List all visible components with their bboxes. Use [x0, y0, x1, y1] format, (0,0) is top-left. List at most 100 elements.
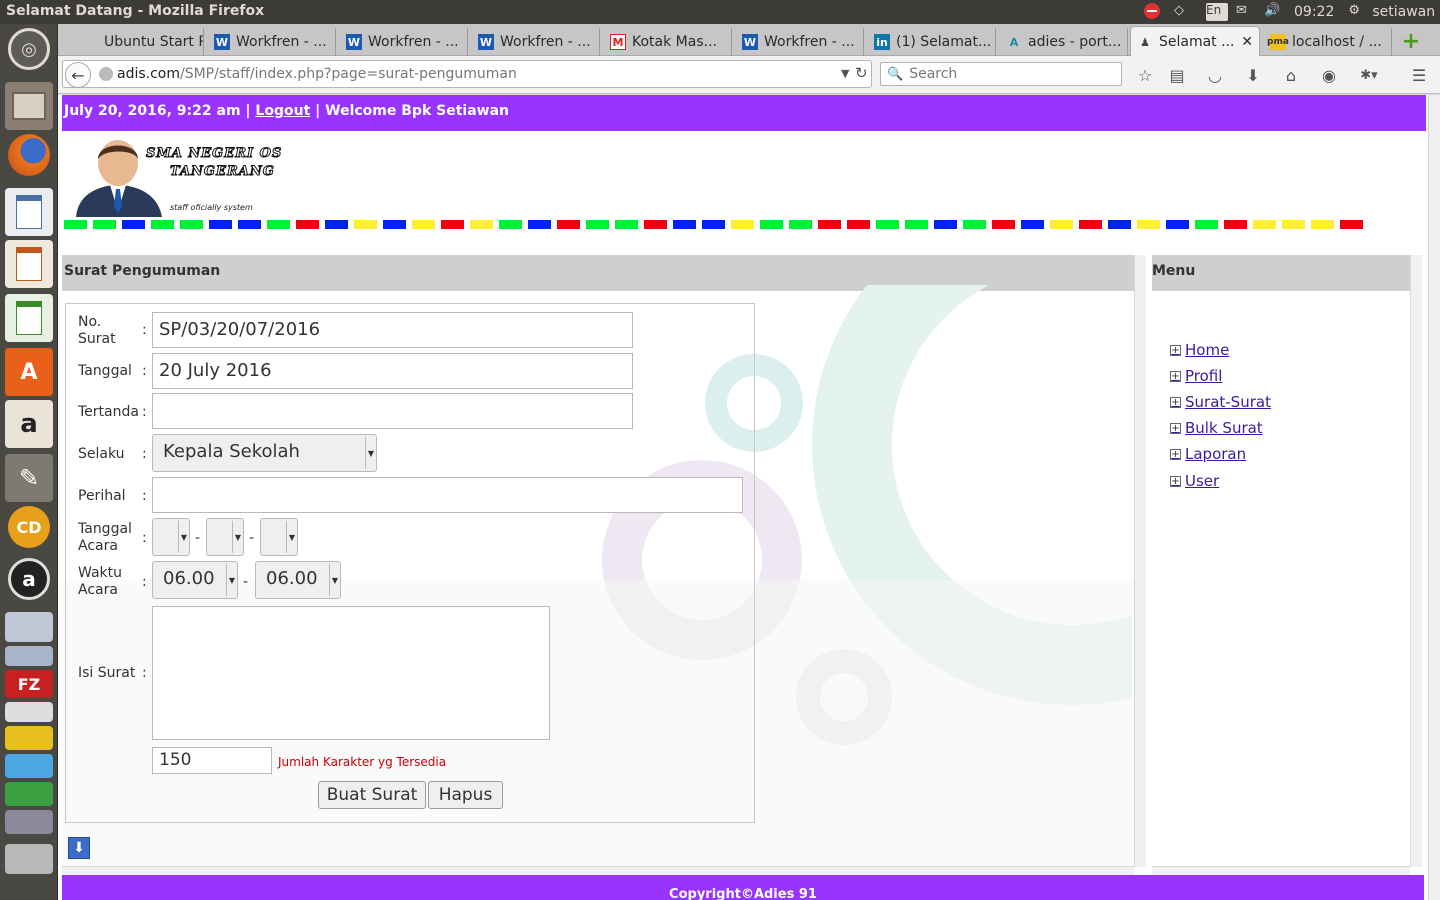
app-icon[interactable] [5, 612, 53, 642]
expand-icon[interactable]: + [1170, 370, 1181, 382]
username[interactable]: setiawan [1372, 4, 1435, 20]
launcher: ◎ A a ✎ CD a FZ [0, 24, 58, 900]
calc-icon[interactable] [5, 294, 53, 342]
ubuntu-icon[interactable]: ◎ [8, 28, 50, 70]
audacious-icon[interactable]: a [8, 558, 50, 600]
tab-label: Selamat ... [1159, 34, 1235, 50]
content-vertical-scrollbar[interactable] [1134, 255, 1146, 867]
tanggal-acara-day-select[interactable]: ▼ [152, 518, 190, 556]
volume-icon[interactable]: 🔊 [1264, 3, 1284, 21]
tab-adies-portfolio[interactable]: Aadies - port... [1000, 28, 1128, 56]
menu-link[interactable]: User [1185, 472, 1219, 490]
url-text[interactable]: adis.com/SMP/staff/index.php?page=surat-… [117, 66, 517, 82]
menu-link[interactable]: Bulk Surat [1185, 419, 1263, 437]
logout-link[interactable]: Logout [255, 103, 310, 119]
colon: : [142, 488, 147, 504]
extension-icon[interactable]: ✱▾ [1354, 64, 1384, 86]
menu-link[interactable]: Profil [1185, 367, 1222, 385]
writer-icon[interactable] [5, 188, 53, 236]
page-footer: Copyright©Adies 91 [62, 875, 1424, 900]
tanggal-acara-year-select[interactable]: ▼ [260, 518, 298, 556]
url-bar[interactable]: ← adis.com/SMP/staff/index.php?page=sura… [62, 60, 872, 88]
cd-icon[interactable]: CD [8, 506, 50, 548]
software-center-icon[interactable]: A [5, 348, 53, 396]
tab-selamat-active[interactable]: ♟ Selamat ... ✕ [1130, 26, 1260, 57]
menu-link[interactable]: Surat-Surat [1185, 393, 1271, 411]
chat-icon[interactable]: ◉ [1318, 64, 1340, 86]
app-icon[interactable] [5, 646, 53, 666]
stripe-segment [151, 220, 174, 229]
buat-surat-button[interactable]: Buat Surat [318, 781, 426, 809]
settings-icon[interactable]: ✎ [5, 454, 53, 502]
perihal-field[interactable] [152, 477, 743, 513]
app-icon[interactable] [5, 782, 53, 806]
gear-icon[interactable]: ⚙ [1348, 3, 1368, 21]
tab-workfren-3[interactable]: W Workfren - ... [472, 28, 600, 56]
page-vertical-scrollbar[interactable] [1428, 95, 1440, 900]
home-icon[interactable]: ⌂ [1280, 64, 1302, 86]
dropdown-icon[interactable]: ▼ [841, 67, 849, 80]
menu-item-profil[interactable]: + Profil [1170, 367, 1222, 385]
hamburger-menu-icon[interactable]: ☰ [1408, 64, 1430, 86]
files-icon[interactable] [5, 82, 53, 130]
menu-vertical-scrollbar[interactable] [1410, 255, 1422, 867]
surat-form: No. Surat : SP/03/20/07/2016 Tanggal : 2… [65, 303, 755, 823]
menu-item-laporan[interactable]: + Laporan [1170, 445, 1246, 463]
hapus-button[interactable]: Hapus [428, 781, 503, 809]
download-icon[interactable]: ⬇ [1242, 64, 1264, 86]
expand-icon[interactable]: + [1170, 422, 1181, 434]
tab-workfren-1[interactable]: W Workfren - ... [208, 28, 336, 56]
trash-icon[interactable] [5, 844, 53, 874]
waktu-start-select[interactable]: 06.00 ▼ [152, 561, 238, 599]
tab-ubuntu-start[interactable]: Ubuntu Start P... [76, 28, 204, 56]
expand-icon[interactable]: + [1170, 448, 1181, 460]
reading-list-icon[interactable]: ▤ [1166, 64, 1188, 86]
expand-icon[interactable]: + [1170, 475, 1181, 487]
menu-item-user[interactable]: + User [1170, 472, 1219, 490]
scroll-down-icon[interactable]: ⬇ [68, 837, 90, 859]
bookmark-star-icon[interactable]: ☆ [1134, 64, 1156, 86]
filezilla-icon[interactable]: FZ [5, 670, 53, 698]
tab-workfren-2[interactable]: W Workfren - ... [340, 28, 468, 56]
menu-item-bulk-surat[interactable]: + Bulk Surat [1170, 419, 1263, 437]
amazon-icon[interactable]: a [5, 400, 53, 448]
app-icon[interactable] [5, 754, 53, 778]
tab-close-icon[interactable]: ✕ [1241, 34, 1253, 50]
firefox-icon[interactable] [8, 134, 50, 176]
tab-kotak-masuk[interactable]: M Kotak Mas... [604, 28, 732, 56]
clock[interactable]: 09:22 [1294, 4, 1334, 20]
menu-item-surat-surat[interactable]: + Surat-Surat [1170, 393, 1271, 411]
keyboard-layout-badge[interactable]: En [1206, 3, 1228, 21]
mail-icon[interactable]: ✉ [1236, 3, 1256, 21]
wifi-icon[interactable]: ◇ [1174, 3, 1200, 21]
stripe-segment [1108, 220, 1131, 229]
pocket-icon[interactable]: ◡ [1204, 64, 1226, 86]
back-button[interactable]: ← [65, 62, 91, 88]
waktu-end-select[interactable]: 06.00 ▼ [255, 561, 341, 599]
app-icon[interactable] [5, 726, 53, 750]
stop-icon[interactable] [1144, 3, 1164, 21]
char-count-field[interactable]: 150 [152, 747, 272, 774]
printer-icon[interactable] [5, 702, 53, 722]
tab-localhost[interactable]: pma localhost / ... [1264, 28, 1392, 56]
tanggal-field[interactable]: 20 July 2016 [152, 353, 633, 389]
reload-icon[interactable]: ↻ [855, 64, 868, 82]
expand-icon[interactable]: + [1170, 396, 1181, 408]
expand-icon[interactable]: + [1170, 344, 1181, 356]
tanggal-acara-month-select[interactable]: ▼ [206, 518, 244, 556]
tab-linkedin[interactable]: in (1) Selamat... [868, 28, 996, 56]
selaku-select[interactable]: Kepala Sekolah ▼ [152, 434, 377, 472]
isi-surat-textarea[interactable] [152, 606, 550, 740]
impress-icon[interactable] [5, 240, 53, 288]
menu-link[interactable]: Laporan [1185, 445, 1246, 463]
tertanda-field[interactable] [152, 393, 633, 429]
new-tab-plus-icon[interactable]: + [1398, 28, 1424, 54]
app-icon[interactable] [5, 810, 53, 834]
chevron-down-icon: ▼ [328, 563, 338, 597]
logo-title: SMA NEGERI OS TANGERANG [145, 145, 282, 181]
no-surat-field[interactable]: SP/03/20/07/2016 [152, 312, 633, 348]
search-bar[interactable]: 🔍 Search [880, 62, 1122, 86]
menu-link[interactable]: Home [1185, 341, 1229, 359]
tab-workfren-4[interactable]: W Workfren - ... [736, 28, 864, 56]
menu-item-home[interactable]: + Home [1170, 341, 1229, 359]
